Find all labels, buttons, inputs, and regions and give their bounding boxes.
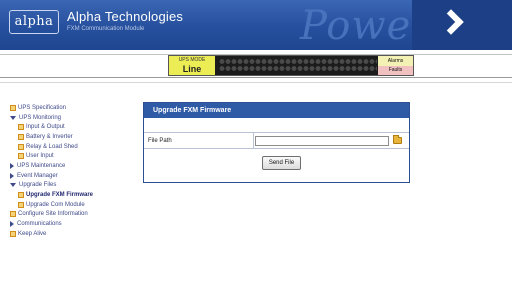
document-icon: [18, 192, 24, 199]
alarms-indicator[interactable]: Alarms: [378, 56, 413, 66]
sidebar-item-label: Configure Site Information: [18, 211, 88, 218]
sidebar-item-keep-alive[interactable]: Keep Alive: [10, 229, 135, 239]
send-file-button[interactable]: Send File: [261, 156, 302, 170]
collapsed-arrow-icon: [10, 162, 14, 169]
document-icon: [10, 211, 16, 218]
sidebar-item-event-manager[interactable]: Event Manager: [10, 171, 135, 181]
sidebar-item-communications[interactable]: Communications: [10, 219, 135, 229]
sidebar-item-label: Upgrade Files: [19, 182, 57, 189]
collapsed-arrow-icon: [10, 172, 14, 179]
app-header: alpha Alpha Technologies FXM Communicati…: [0, 0, 512, 50]
document-icon: [10, 104, 16, 111]
button-row: Send File: [144, 149, 409, 177]
ups-status-bar: UPS MODE Line Alarms Faults: [168, 55, 414, 76]
company-name: Alpha Technologies: [67, 9, 184, 24]
sidebar-item-upgrade-com-module[interactable]: Upgrade Com Module: [10, 200, 135, 210]
sidebar-item-label: UPS Monitoring: [19, 114, 62, 121]
sidebar-item-label: User Input: [26, 153, 54, 160]
status-divider: [0, 77, 512, 78]
folder-browse-icon[interactable]: [393, 135, 402, 144]
ups-mode-label: UPS MODE: [178, 57, 206, 63]
faults-indicator[interactable]: Faults: [378, 66, 413, 75]
upgrade-firmware-panel: Upgrade FXM Firmware File Path Send File: [143, 102, 410, 183]
sidebar-item-ups-maintenance[interactable]: UPS Maintenance: [10, 161, 135, 171]
ups-mode-indicator: UPS MODE Line: [169, 56, 215, 75]
document-icon: [18, 143, 24, 150]
sidebar-item-upgrade-fxm-firmware[interactable]: Upgrade FXM Firmware: [10, 190, 135, 200]
led-indicator-array: [219, 58, 377, 73]
sidebar-item-battery-inverter[interactable]: Battery & Inverter: [10, 132, 135, 142]
ups-mode-value: Line: [182, 64, 202, 74]
module-name: FXM Communication Module: [67, 26, 145, 32]
sidebar-item-label: Keep Alive: [18, 230, 47, 237]
document-icon: [18, 153, 24, 160]
panel-title: Upgrade FXM Firmware: [144, 103, 409, 118]
document-icon: [18, 201, 24, 208]
sidebar-item-user-input[interactable]: User Input: [10, 151, 135, 161]
sidebar-item-label: Event Manager: [17, 172, 58, 179]
sidebar-item-label: Input & Output: [26, 124, 65, 131]
status-divider-light: [0, 82, 512, 83]
sidebar-item-label: Battery & Inverter: [26, 133, 73, 140]
sidebar-item-label: Communications: [17, 221, 62, 228]
expanded-arrow-icon: [10, 115, 16, 120]
file-path-row: File Path: [144, 133, 409, 149]
sidebar-nav: UPS Specification UPS Monitoring Input & O…: [10, 103, 135, 239]
sidebar-item-ups-specification[interactable]: UPS Specification: [10, 103, 135, 113]
document-icon: [18, 124, 24, 131]
document-icon: [10, 230, 16, 237]
document-icon: [18, 133, 24, 140]
sidebar-item-input-output[interactable]: Input & Output: [10, 122, 135, 132]
expanded-arrow-icon: [10, 183, 16, 188]
alpha-logo: alpha: [9, 10, 59, 34]
sidebar-item-ups-monitoring[interactable]: UPS Monitoring: [10, 113, 135, 123]
sidebar-item-relay-load-shed[interactable]: Relay & Load Shed: [10, 142, 135, 152]
sidebar-item-configure-site-information[interactable]: Configure Site Information: [10, 210, 135, 220]
spacer-row: [144, 121, 409, 133]
chevron-panel: [412, 0, 512, 50]
collapsed-arrow-icon: [10, 221, 14, 228]
file-path-label: File Path: [144, 133, 254, 148]
sidebar-item-label: Upgrade FXM Firmware: [26, 192, 94, 199]
sidebar-item-upgrade-files[interactable]: Upgrade Files: [10, 181, 135, 191]
file-path-input[interactable]: [255, 135, 389, 146]
panel-body: File Path Send File: [144, 118, 409, 177]
sidebar-item-label: UPS Specification: [18, 104, 67, 111]
sidebar-item-label: Upgrade Com Module: [26, 201, 85, 208]
sidebar-item-label: Relay & Load Shed: [26, 143, 78, 150]
sidebar-item-label: UPS Maintenance: [17, 162, 66, 169]
